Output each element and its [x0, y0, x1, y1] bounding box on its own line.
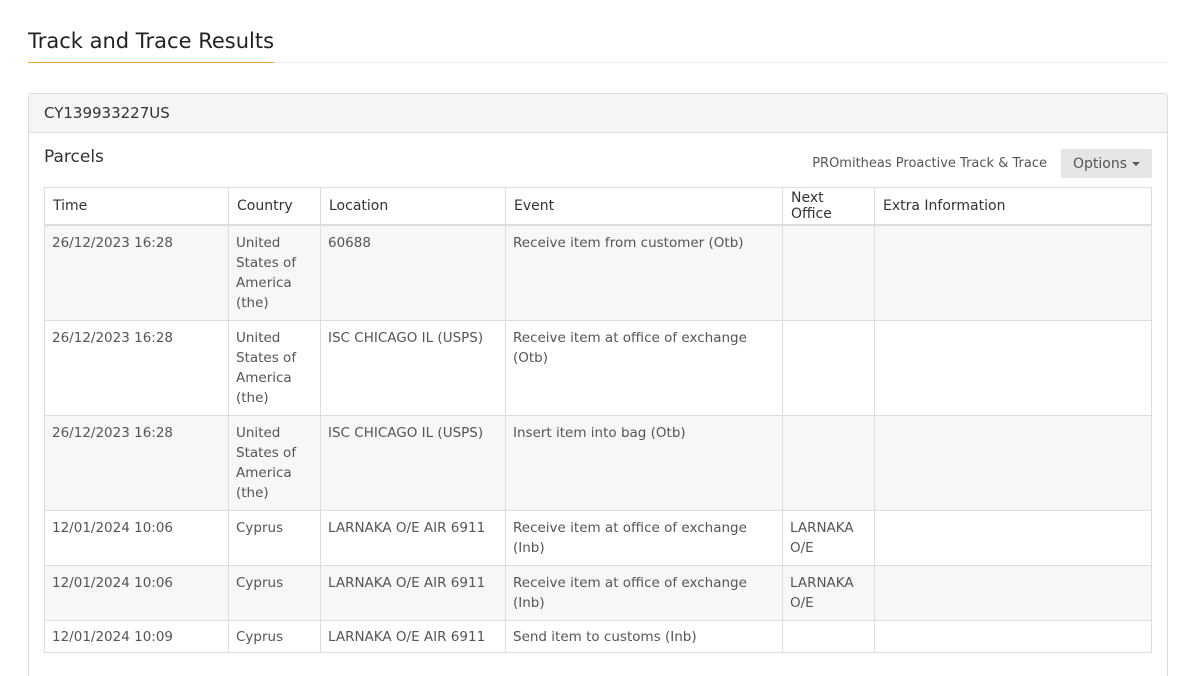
cell-country: United States of America (the) — [228, 319, 321, 416]
cell-location: LARNAKA O/E AIR 6911 — [320, 509, 506, 566]
cell-next-office: LARNAKA O/E — [782, 509, 875, 566]
header-location: Location — [320, 187, 506, 226]
table-row: 26/12/2023 16:28 United States of Americ… — [44, 414, 1152, 511]
cell-event: Receive item at office of exchange (Inb) — [505, 509, 783, 566]
cell-event: Receive item from customer (Otb) — [505, 224, 783, 321]
cell-event: Send item to customs (Inb) — [505, 619, 783, 653]
cell-time: 26/12/2023 16:28 — [44, 414, 229, 511]
header-extra-information: Extra Information — [874, 187, 1152, 226]
tracking-panel: CY139933227US Parcels PROmitheas Proacti… — [28, 93, 1168, 676]
table-row: 12/01/2024 10:09 Cyprus LARNAKA O/E AIR … — [44, 619, 1152, 653]
cell-extra — [874, 319, 1152, 416]
cell-extra — [874, 619, 1152, 653]
events-table: Time Country Location Event Next Office … — [44, 187, 1152, 653]
cell-country: Cyprus — [228, 619, 321, 653]
tracking-number: CY139933227US — [29, 94, 1167, 133]
cell-event: Receive item at office of exchange (Inb) — [505, 564, 783, 621]
parcels-title: Parcels — [44, 147, 104, 167]
cell-extra — [874, 414, 1152, 511]
caret-down-icon — [1132, 161, 1140, 166]
table-row: 12/01/2024 10:06 Cyprus LARNAKA O/E AIR … — [44, 564, 1152, 621]
table-head: Time Country Location Event Next Office … — [44, 187, 1152, 226]
cell-location: LARNAKA O/E AIR 6911 — [320, 564, 506, 621]
cell-time: 12/01/2024 10:06 — [44, 564, 229, 621]
cell-location: ISC CHICAGO IL (USPS) — [320, 319, 506, 416]
promitheas-link[interactable]: PROmitheas Proactive Track & Trace — [812, 156, 1047, 171]
toolbar: PROmitheas Proactive Track & Trace Optio… — [812, 149, 1152, 178]
cell-next-office: LARNAKA O/E — [782, 564, 875, 621]
cell-country: Cyprus — [228, 564, 321, 621]
cell-location: 60688 — [320, 224, 506, 321]
table-row: 12/01/2024 10:06 Cyprus LARNAKA O/E AIR … — [44, 509, 1152, 566]
cell-event: Insert item into bag (Otb) — [505, 414, 783, 511]
page-header: Track and Trace Results — [28, 0, 1168, 63]
cell-location: ISC CHICAGO IL (USPS) — [320, 414, 506, 511]
header-country: Country — [228, 187, 321, 226]
cell-time: 12/01/2024 10:09 — [44, 619, 229, 653]
header-time: Time — [44, 187, 229, 226]
cell-location: LARNAKA O/E AIR 6911 — [320, 619, 506, 653]
cell-country: United States of America (the) — [228, 224, 321, 321]
header-row: Time Country Location Event Next Office … — [44, 187, 1152, 226]
options-label: Options — [1072, 155, 1127, 172]
cell-extra — [874, 564, 1152, 621]
table-body: 26/12/2023 16:28 United States of Americ… — [44, 224, 1152, 653]
cell-time: 26/12/2023 16:28 — [44, 319, 229, 416]
cell-time: 12/01/2024 10:06 — [44, 509, 229, 566]
cell-country: United States of America (the) — [228, 414, 321, 511]
page-title: Track and Trace Results — [28, 28, 275, 63]
cell-country: Cyprus — [228, 509, 321, 566]
table-row: 26/12/2023 16:28 United States of Americ… — [44, 224, 1152, 321]
cell-next-office — [782, 224, 875, 321]
page: Track and Trace Results CY139933227US Pa… — [0, 0, 1203, 676]
cell-extra — [874, 224, 1152, 321]
cell-next-office — [782, 319, 875, 416]
options-button[interactable]: Options — [1060, 149, 1152, 178]
cell-next-office — [782, 619, 875, 653]
cell-event: Receive item at office of exchange (Otb) — [505, 319, 783, 416]
cell-next-office — [782, 414, 875, 511]
cell-extra — [874, 509, 1152, 566]
header-event: Event — [505, 187, 783, 226]
header-next-office: Next Office — [782, 187, 875, 226]
table-row: 26/12/2023 16:28 United States of Americ… — [44, 319, 1152, 416]
cell-time: 26/12/2023 16:28 — [44, 224, 229, 321]
